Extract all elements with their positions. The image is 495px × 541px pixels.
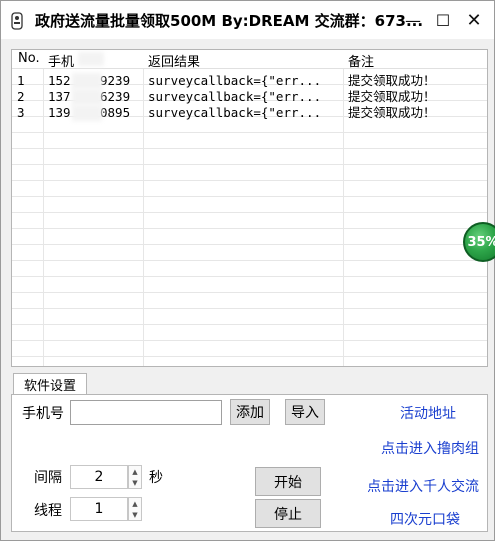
row-result: surveycallback={"err... xyxy=(148,73,322,88)
stepper-up-icon[interactable]: ▲ xyxy=(129,466,141,477)
row-no: 2 xyxy=(17,89,25,104)
redaction-blur xyxy=(72,89,102,105)
header-note[interactable]: 备注 xyxy=(348,51,374,70)
redaction-blur xyxy=(72,105,102,121)
row-phone-tail: 6239 xyxy=(100,89,131,104)
app-window: 政府送流量批量领取500M By:DREAM 交流群：673... — ☐ ✕ … xyxy=(0,0,495,541)
redaction-blur xyxy=(72,73,102,89)
row-note: 提交领取成功！ xyxy=(348,89,436,104)
phone-label: 手机号 xyxy=(22,406,64,422)
results-table[interactable]: No. 手机 返回结果 备注 1 152 9239 surveycallback… xyxy=(11,49,488,367)
settings-panel: 手机号 添加 导入 活动地址 点击进入撸肉组 点击进入千人交流 四次元口袋 间隔… xyxy=(11,394,488,532)
row-note: 提交领取成功！ xyxy=(348,105,436,120)
table-row[interactable]: 3 139 0895 surveycallback={"err... 提交领取成… xyxy=(12,105,487,121)
title-bar[interactable]: 政府送流量批量领取500M By:DREAM 交流群：673... — ☐ ✕ xyxy=(1,1,494,39)
phone-input[interactable] xyxy=(70,400,222,425)
row-phone: 139 xyxy=(48,105,71,120)
stepper-up-icon[interactable]: ▲ xyxy=(129,498,141,509)
shop-link[interactable]: 四次元口袋 xyxy=(390,509,460,529)
interval-stepper[interactable]: ▲ ▼ xyxy=(128,465,142,489)
close-button[interactable]: ✕ xyxy=(460,7,488,33)
progress-indicator[interactable]: 35% xyxy=(463,222,495,262)
table-row[interactable]: 1 152 9239 surveycallback={"err... 提交领取成… xyxy=(12,73,487,89)
group-link[interactable]: 点击进入撸肉组 xyxy=(368,438,479,458)
row-phone-tail: 9239 xyxy=(100,73,131,88)
header-result[interactable]: 返回结果 xyxy=(148,51,200,70)
stepper-down-icon[interactable]: ▼ xyxy=(129,509,141,520)
activity-link[interactable]: 活动地址 xyxy=(400,403,456,423)
import-button[interactable]: 导入 xyxy=(285,399,325,425)
interval-input[interactable]: 2 xyxy=(70,465,128,489)
table-row[interactable]: 2 137 6239 surveycallback={"err... 提交领取成… xyxy=(12,89,487,105)
redaction-blur xyxy=(78,52,104,66)
window-title: 政府送流量批量领取500M By:DREAM 交流群：673... xyxy=(35,12,424,30)
row-phone: 152 xyxy=(48,73,71,88)
row-phone-tail: 0895 xyxy=(100,105,131,120)
add-button[interactable]: 添加 xyxy=(230,399,270,425)
row-note: 提交领取成功！ xyxy=(348,73,436,88)
row-result: surveycallback={"err... xyxy=(148,89,322,104)
minimize-button[interactable]: — xyxy=(399,7,427,33)
stop-button[interactable]: 停止 xyxy=(255,499,321,528)
exchange-group-link[interactable]: 点击进入千人交流 xyxy=(368,476,479,496)
row-no: 1 xyxy=(17,73,25,88)
threads-label: 线程 xyxy=(34,503,62,519)
table-header: No. 手机 返回结果 备注 xyxy=(12,50,487,70)
tab-software-settings[interactable]: 软件设置 xyxy=(13,373,87,395)
interval-unit: 秒 xyxy=(149,470,163,486)
interval-label: 间隔 xyxy=(34,470,62,486)
maximize-button[interactable]: ☐ xyxy=(429,7,457,33)
start-button[interactable]: 开始 xyxy=(255,467,321,496)
row-no: 3 xyxy=(17,105,25,120)
header-no[interactable]: No. xyxy=(18,51,40,66)
row-result: surveycallback={"err... xyxy=(148,105,322,120)
threads-input[interactable]: 1 xyxy=(70,497,128,521)
stepper-down-icon[interactable]: ▼ xyxy=(129,477,141,488)
row-phone: 137 xyxy=(48,89,71,104)
header-phone[interactable]: 手机 xyxy=(48,51,74,70)
app-logo-icon xyxy=(11,12,23,30)
threads-stepper[interactable]: ▲ ▼ xyxy=(128,497,142,521)
